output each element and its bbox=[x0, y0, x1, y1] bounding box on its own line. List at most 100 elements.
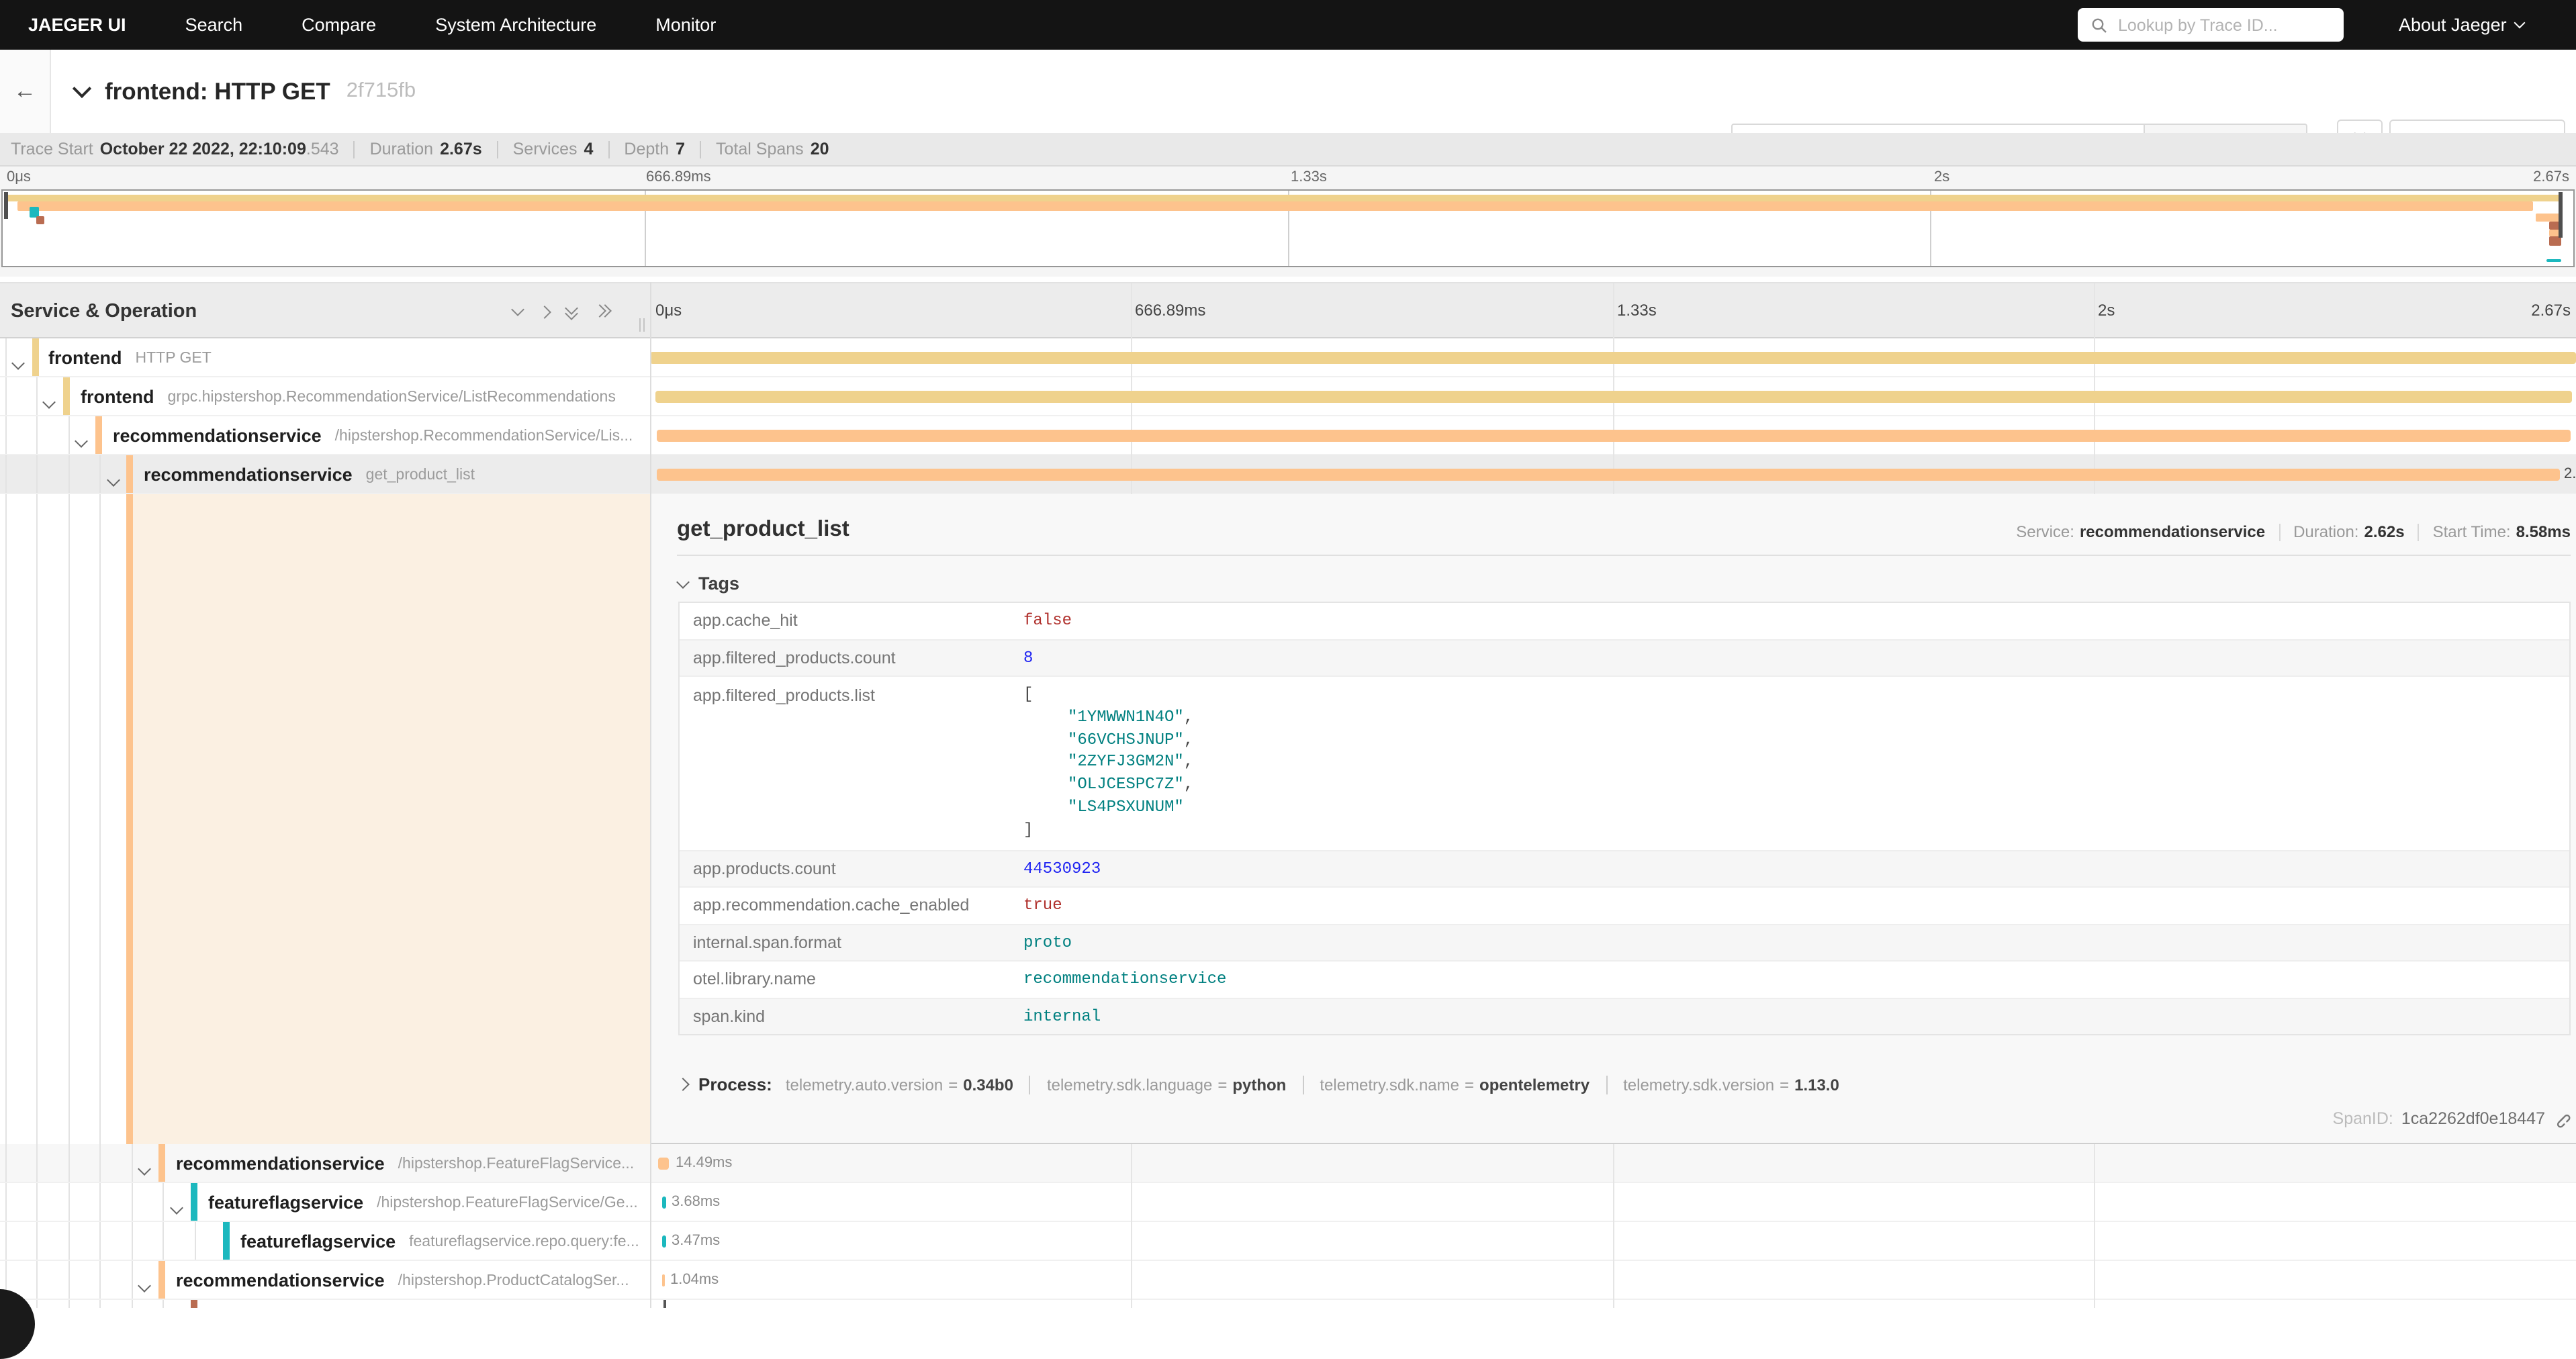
span-bar[interactable] bbox=[658, 1158, 669, 1170]
span-service: recommendationservice bbox=[144, 465, 353, 485]
process-key: telemetry.sdk.version bbox=[1623, 1075, 1774, 1094]
process-value: 0.34b0 bbox=[963, 1075, 1013, 1094]
span-row-productcatalog-grpc[interactable]: recommendationservice/hipstershop.Produc… bbox=[0, 1261, 2576, 1300]
service-color-strip bbox=[223, 1222, 230, 1260]
summary-value: October 22 2022, 22:10:09 bbox=[100, 140, 306, 158]
span-bar[interactable] bbox=[662, 1235, 665, 1248]
tag-value-list: [ "1YMWWN1N4O", "66VCHSJNUP", "2ZYFJ3GM2… bbox=[1023, 677, 1193, 849]
trace-minimap: 0μs 666.89ms 1.33s 2s 2.67s bbox=[0, 167, 2576, 277]
chevron-down-icon[interactable] bbox=[138, 1279, 151, 1293]
expand-one-icon[interactable] bbox=[538, 305, 551, 318]
app-brand[interactable]: JAEGER UI bbox=[28, 15, 126, 35]
summary-value: 4 bbox=[584, 140, 594, 158]
nav-item-system-architecture[interactable]: System Architecture bbox=[435, 15, 596, 35]
process-value: python bbox=[1232, 1075, 1286, 1094]
tag-key: app.recommendation.cache_enabled bbox=[680, 896, 1023, 915]
span-detail-highlight bbox=[126, 494, 650, 1144]
back-button[interactable]: ← bbox=[0, 50, 51, 133]
minimap-canvas[interactable] bbox=[1, 189, 2575, 267]
span-id-row: SpanID: 1ca2262df0e18447 bbox=[2333, 1109, 2571, 1128]
chevron-down-icon[interactable] bbox=[11, 357, 25, 370]
divider bbox=[700, 140, 701, 158]
divider bbox=[677, 555, 2571, 556]
summary-value: 20 bbox=[811, 140, 829, 158]
span-service: recommendationservice bbox=[176, 1154, 385, 1174]
span-service: frontend bbox=[81, 387, 154, 407]
span-detail-indent bbox=[0, 494, 650, 1144]
collapse-all-icon[interactable] bbox=[567, 303, 578, 320]
span-row-featureflag-grpc-parent[interactable]: recommendationservice/hipstershop.Featur… bbox=[0, 1144, 2576, 1183]
span-bar[interactable] bbox=[657, 469, 2560, 481]
span-row-partial[interactable] bbox=[0, 1300, 2576, 1308]
tag-row: internal.span.format proto bbox=[680, 925, 2569, 962]
tag-value: recommendationservice bbox=[1023, 970, 1226, 989]
column-resizer[interactable] bbox=[639, 318, 645, 332]
chevron-down-icon[interactable] bbox=[75, 434, 88, 448]
trace-lookup-input[interactable] bbox=[2115, 14, 2336, 36]
link-icon[interactable] bbox=[2553, 1110, 2571, 1127]
span-bar[interactable] bbox=[662, 1197, 665, 1209]
process-label: Process: bbox=[698, 1074, 772, 1094]
span-row-featureflagservice-grpc[interactable]: featureflagservice/hipstershop.FeatureFl… bbox=[0, 1183, 2576, 1222]
trace-header: ← frontend: HTTP GET 2f715fb × ⌘ Trace T… bbox=[0, 50, 2576, 134]
service-operation-header: Service & Operation bbox=[11, 283, 197, 340]
divider bbox=[497, 140, 498, 158]
tick-label: 2s bbox=[2098, 301, 2115, 320]
span-row-recommendation-grpc[interactable]: recommendationservice/hipstershop.Recomm… bbox=[0, 416, 2576, 455]
tag-row: otel.library.name recommendationservice bbox=[680, 962, 2569, 998]
service-color-strip bbox=[63, 377, 70, 415]
nav-item-monitor[interactable]: Monitor bbox=[655, 15, 716, 35]
span-operation: grpc.hipstershop.RecommendationService/L… bbox=[168, 389, 616, 405]
minimap-span-bar bbox=[5, 194, 2563, 201]
nav-item-search[interactable]: Search bbox=[185, 15, 243, 35]
collapse-one-icon[interactable] bbox=[511, 303, 524, 316]
span-detail-meta: Service:recommendationservice Duration:2… bbox=[2016, 522, 2571, 541]
tags-header-label: Tags bbox=[698, 573, 739, 594]
service-color-strip bbox=[158, 1261, 165, 1299]
span-operation: /hipstershop.FeatureFlagService/Ge... bbox=[377, 1194, 638, 1211]
span-detail-panel: get_product_list Service:recommendations… bbox=[651, 494, 2576, 1144]
span-duration-label: 3.47ms bbox=[672, 1233, 720, 1249]
chevron-down-icon[interactable] bbox=[107, 473, 120, 487]
span-row-get-product-list[interactable]: recommendationserviceget_product_list 2.… bbox=[0, 455, 2576, 494]
span-bar[interactable] bbox=[657, 430, 2571, 442]
tag-row: app.cache_hit false bbox=[680, 603, 2569, 640]
chevron-down-icon bbox=[2514, 17, 2526, 29]
span-bar[interactable] bbox=[662, 1274, 665, 1286]
tick-label: 1.33s bbox=[1291, 169, 1327, 185]
minimap-span-bar bbox=[17, 201, 2533, 210]
about-jaeger-menu[interactable]: About Jaeger bbox=[2399, 0, 2524, 50]
expand-all-icon[interactable] bbox=[595, 303, 606, 320]
span-bar[interactable] bbox=[650, 352, 2576, 364]
chevron-down-icon[interactable] bbox=[42, 395, 56, 409]
tag-key: internal.span.format bbox=[680, 933, 1023, 952]
summary-label: Services bbox=[513, 140, 578, 158]
span-duration-label: 14.49ms bbox=[676, 1155, 732, 1171]
summary-suffix: .543 bbox=[306, 140, 339, 158]
span-service: featureflagservice bbox=[240, 1231, 396, 1252]
summary-label: Depth bbox=[624, 140, 669, 158]
span-bar[interactable] bbox=[663, 1300, 666, 1308]
span-row-frontend-http-get[interactable]: frontendHTTP GET bbox=[0, 338, 2576, 377]
span-operation: /hipstershop.RecommendationService/Lis..… bbox=[335, 428, 633, 444]
trace-lookup-box[interactable] bbox=[2078, 8, 2344, 42]
nav-item-compare[interactable]: Compare bbox=[302, 15, 376, 35]
viewport-left-handle[interactable] bbox=[4, 192, 8, 219]
chevron-down-icon[interactable] bbox=[170, 1201, 183, 1215]
tag-key: app.filtered_products.count bbox=[680, 649, 1023, 667]
tag-value: 44530923 bbox=[1023, 859, 1101, 878]
span-row-frontend-grpc[interactable]: frontend grpc.hipstershop.RecommendationS… bbox=[0, 377, 2576, 416]
tags-accordion-header[interactable]: Tags bbox=[678, 573, 739, 594]
tag-value: 8 bbox=[1023, 649, 1033, 667]
chevron-down-icon[interactable] bbox=[138, 1162, 151, 1176]
minimap-span-bar bbox=[30, 206, 38, 217]
process-key: telemetry.sdk.name bbox=[1320, 1075, 1459, 1094]
process-accordion[interactable]: Process: telemetry.auto.version=0.34b0 t… bbox=[678, 1074, 1839, 1094]
collapse-trace-chevron-icon[interactable] bbox=[73, 79, 91, 98]
span-row-featureflagservice-repo-query[interactable]: featureflagservicefeatureflagservice.rep… bbox=[0, 1222, 2576, 1261]
span-bar[interactable] bbox=[655, 391, 2572, 403]
summary-value: 7 bbox=[676, 140, 685, 158]
tick-label: 666.89ms bbox=[1135, 301, 1205, 320]
viewport-right-handle[interactable] bbox=[2559, 192, 2563, 238]
span-operation: get_product_list bbox=[366, 467, 475, 483]
